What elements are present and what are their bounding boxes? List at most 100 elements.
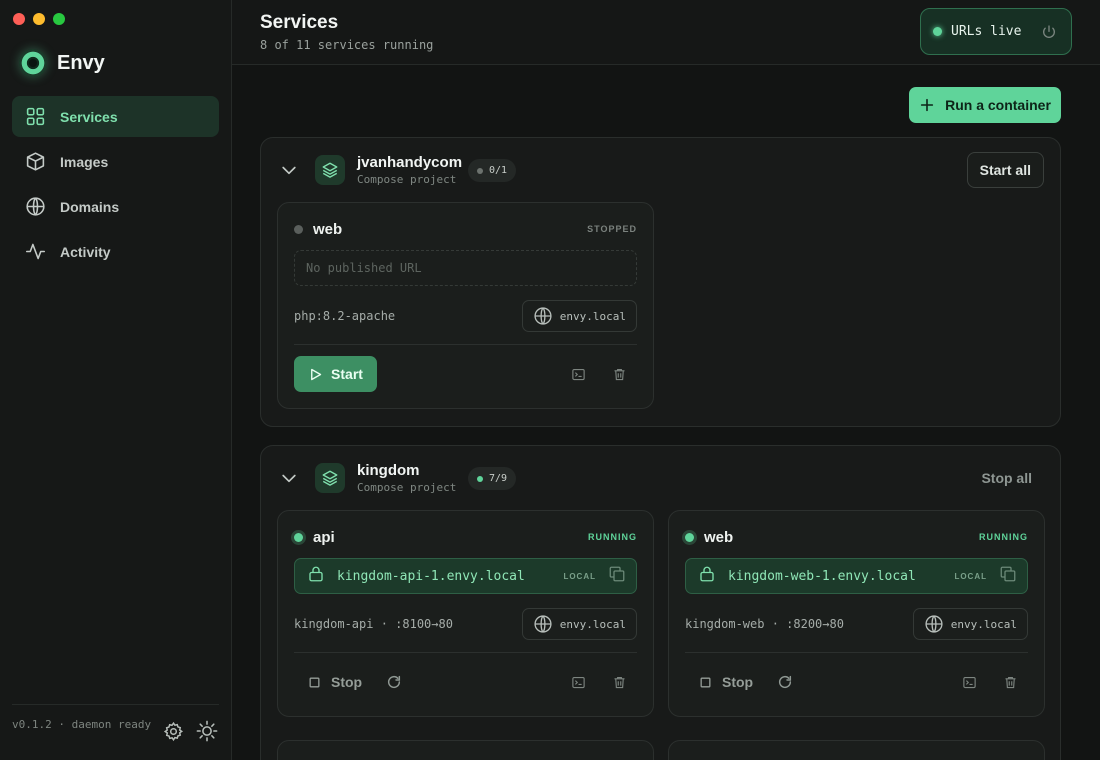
status-dot (685, 532, 694, 542)
stop-button[interactable]: Stop (685, 664, 767, 700)
service-card-partial (277, 740, 654, 760)
project-jvanhandycom: jvanhandycom Compose project 0/1 Start a… (260, 137, 1061, 427)
layers-icon (315, 155, 345, 185)
service-name: web (313, 220, 343, 238)
zoom-window-button[interactable] (53, 13, 65, 25)
service-name: api (313, 528, 335, 546)
start-all-button[interactable]: Start all (966, 152, 1044, 188)
copy-icon[interactable] (999, 565, 1017, 588)
local-tag: LOCAL (563, 571, 596, 581)
version-status: v0.1.2 · daemon ready (12, 718, 152, 731)
page-subtitle: 8 of 11 services running (260, 38, 434, 52)
sidebar-nav: Services Images Domains Activity (12, 96, 219, 276)
lock-icon (698, 565, 716, 588)
status-dot (294, 532, 303, 542)
sidebar-item-services[interactable]: Services (12, 96, 219, 137)
restart-icon[interactable] (386, 674, 402, 690)
cube-icon (26, 152, 45, 171)
gear-icon (163, 721, 183, 741)
stop-button[interactable]: Stop (294, 664, 376, 700)
layers-icon (315, 463, 345, 493)
trash-icon[interactable] (612, 367, 627, 382)
sidebar-item-domains[interactable]: Domains (12, 186, 219, 227)
project-name: kingdom (357, 462, 420, 479)
domain-label: envy.local (559, 309, 626, 323)
copy-icon[interactable] (608, 565, 626, 588)
service-name: web (704, 528, 734, 546)
count-dot (477, 167, 483, 174)
urls-live-toggle[interactable]: URLs live (920, 8, 1072, 55)
service-url-link[interactable]: kingdom-api-1.envy.local LOCAL (294, 558, 637, 594)
trash-icon[interactable] (1003, 675, 1018, 690)
service-ports: kingdom-api · :8100→80 (294, 617, 453, 631)
theme-toggle-button[interactable] (195, 719, 219, 743)
service-url: kingdom-web-1.envy.local (728, 568, 916, 584)
divider (685, 652, 1028, 653)
domain-chip[interactable]: envy.local (912, 608, 1028, 640)
sidebar: Envy Services Images Domains Activity v0… (0, 0, 232, 760)
lock-icon (307, 565, 325, 588)
minimize-window-button[interactable] (33, 13, 45, 25)
close-window-button[interactable] (13, 13, 25, 25)
service-ports: kingdom-web · :8200→80 (685, 617, 844, 631)
project-subtitle: Compose project (357, 481, 457, 494)
domain-label: envy.local (950, 617, 1017, 631)
restart-icon[interactable] (777, 674, 793, 690)
running-count: 7/9 (489, 473, 508, 484)
stop-label: Stop (722, 674, 754, 690)
live-status-dot (933, 27, 942, 36)
brand-name: Envy (57, 51, 105, 74)
service-url-link[interactable]: kingdom-web-1.envy.local LOCAL (685, 558, 1028, 594)
stop-icon (309, 677, 320, 687)
service-card-api: api RUNNING kingdom-api-1.envy.local LOC… (277, 510, 654, 717)
status-dot (294, 224, 303, 234)
play-icon (311, 368, 322, 380)
sidebar-item-label: Activity (60, 243, 111, 260)
project-kingdom: kingdom Compose project 7/9 Stop all api… (260, 445, 1061, 760)
sidebar-item-images[interactable]: Images (12, 141, 219, 182)
page-header: Services 8 of 11 services running URLs l… (232, 0, 1100, 65)
globe-icon (925, 615, 943, 633)
running-count-badge: 7/9 (468, 467, 517, 490)
settings-button[interactable] (161, 719, 185, 743)
trash-icon[interactable] (612, 675, 627, 690)
domain-chip[interactable]: envy.local (521, 608, 637, 640)
sidebar-item-activity[interactable]: Activity (12, 231, 219, 272)
page-title: Services (260, 12, 339, 33)
urls-live-label: URLs live (951, 24, 1022, 39)
terminal-icon[interactable] (962, 675, 977, 690)
terminal-icon[interactable] (571, 367, 586, 382)
chevron-down-icon[interactable] (279, 160, 299, 185)
running-count-badge: 0/1 (468, 159, 517, 182)
sidebar-item-label: Services (60, 108, 118, 125)
project-subtitle: Compose project (357, 173, 457, 186)
sidebar-item-label: Images (60, 153, 109, 170)
status-badge: RUNNING (979, 532, 1028, 542)
sun-icon (196, 720, 218, 742)
plus-icon (920, 98, 934, 112)
sidebar-footer: v0.1.2 · daemon ready (12, 704, 219, 760)
service-url: kingdom-api-1.envy.local (337, 568, 525, 584)
grid-icon (26, 107, 45, 126)
run-container-button[interactable]: Run a container (909, 87, 1061, 123)
url-placeholder: No published URL (306, 261, 422, 275)
count-dot (477, 475, 483, 482)
stop-label: Stop (331, 674, 363, 690)
globe-icon (534, 615, 552, 633)
globe-icon (534, 307, 552, 325)
divider (294, 344, 637, 345)
chevron-down-icon[interactable] (279, 468, 299, 493)
power-icon[interactable] (1041, 24, 1057, 45)
stop-all-button[interactable]: Stop all (969, 460, 1044, 496)
start-button[interactable]: Start (294, 356, 377, 392)
local-tag: LOCAL (954, 571, 987, 581)
sidebar-item-label: Domains (60, 198, 120, 215)
domain-chip[interactable]: envy.local (521, 300, 637, 332)
service-card-partial (668, 740, 1045, 760)
status-badge: RUNNING (588, 532, 637, 542)
run-container-label: Run a container (945, 97, 1051, 113)
url-placeholder-box: No published URL (294, 250, 637, 286)
window-controls (13, 13, 65, 25)
terminal-icon[interactable] (571, 675, 586, 690)
project-header: jvanhandycom Compose project 0/1 Start a… (261, 138, 1060, 202)
